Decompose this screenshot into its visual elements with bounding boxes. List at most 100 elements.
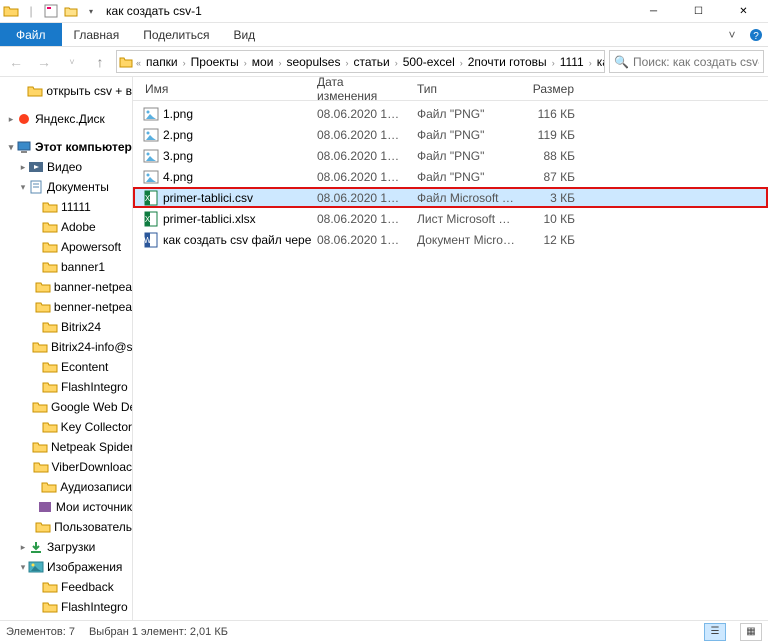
close-button[interactable]: ✕: [721, 0, 766, 23]
tree-item[interactable]: ▾Документы: [0, 177, 132, 197]
tree-item[interactable]: Feedback: [0, 577, 132, 597]
expand-icon[interactable]: ▾: [18, 182, 28, 193]
file-row[interactable]: 3.png08.06.2020 18:02Файл "PNG"88 КБ: [133, 145, 768, 166]
folder-icon: [42, 419, 58, 435]
breadcrumb-segment[interactable]: как создать csv-1: [593, 55, 605, 69]
breadcrumb-segment[interactable]: 1111: [556, 55, 588, 69]
folder-icon: [42, 219, 58, 235]
column-type[interactable]: Тип: [411, 82, 521, 96]
tree-item[interactable]: 11111: [0, 197, 132, 217]
tree-item[interactable]: banner1: [0, 257, 132, 277]
svg-text:X: X: [145, 215, 151, 224]
expand-icon[interactable]: ▸: [18, 162, 28, 173]
tab-view[interactable]: Вид: [221, 23, 267, 46]
properties-icon[interactable]: [42, 2, 60, 20]
tree-item[interactable]: FlashIntegro: [0, 597, 132, 617]
file-date: 08.06.2020 18:04: [311, 170, 411, 184]
breadcrumb-segment[interactable]: мои: [248, 55, 278, 69]
tree-item[interactable]: Мои источник: [0, 497, 132, 517]
breadcrumb-segment[interactable]: seopulses: [282, 55, 344, 69]
file-list[interactable]: 1.png08.06.2020 17:55Файл "PNG"116 КБ2.p…: [133, 101, 768, 620]
pictures-icon: [28, 559, 44, 575]
tree-item-label: Bitrix24-info@s: [51, 340, 132, 354]
tree-item-label: Яндекс.Диск: [35, 112, 105, 126]
tree-item[interactable]: Econtent: [0, 357, 132, 377]
window-title: как создать csv-1: [106, 4, 202, 18]
tree-item-label: Econtent: [61, 360, 108, 374]
tree-item[interactable]: ▸Загрузки: [0, 537, 132, 557]
tree-item[interactable]: benner-netpea: [0, 297, 132, 317]
tree-item[interactable]: ▾Этот компьютер: [0, 137, 132, 157]
tree-item[interactable]: Аудиозаписи: [0, 477, 132, 497]
file-name: 3.png: [163, 149, 193, 163]
file-row[interactable]: 4.png08.06.2020 18:04Файл "PNG"87 КБ: [133, 166, 768, 187]
search-box[interactable]: 🔍: [609, 50, 764, 73]
tree-item[interactable]: ViberDownloac: [0, 457, 132, 477]
column-date[interactable]: Дата изменения: [311, 77, 411, 103]
new-folder-icon[interactable]: [62, 2, 80, 20]
file-row[interactable]: 1.png08.06.2020 17:55Файл "PNG"116 КБ: [133, 103, 768, 124]
breadcrumb-segment[interactable]: Проекты: [187, 55, 243, 69]
tree-item[interactable]: ▸Видео: [0, 157, 132, 177]
tab-home[interactable]: Главная: [62, 23, 132, 46]
qat-dropdown-icon[interactable]: ▾: [82, 2, 100, 20]
tree-item[interactable]: Bitrix24: [0, 317, 132, 337]
tree-item[interactable]: banner-netpea: [0, 277, 132, 297]
breadcrumb-segment[interactable]: 2почти готовы: [464, 55, 551, 69]
file-size: 116 КБ: [521, 107, 581, 121]
tree-item[interactable]: Key Collector: [0, 417, 132, 437]
tree-item[interactable]: Netpeak Spider: [0, 437, 132, 457]
tree-item[interactable]: Adobe: [0, 217, 132, 237]
tab-file[interactable]: Файл: [0, 23, 62, 46]
crumb-sep[interactable]: ›: [551, 58, 556, 68]
crumb-sep[interactable]: ›: [182, 58, 187, 68]
column-name[interactable]: Имя: [133, 82, 311, 96]
tree-item-label: Bitrix24: [61, 320, 101, 334]
file-row[interactable]: Wкак создать csv файл через excel.docx08…: [133, 229, 768, 250]
tree-item[interactable]: ▸ Яндекс.Диск: [0, 109, 132, 129]
file-date: 08.06.2020 18:02: [311, 149, 411, 163]
file-name: 4.png: [163, 170, 193, 184]
file-row[interactable]: Xprimer-tablici.csv08.06.2020 18:04Файл …: [133, 187, 768, 208]
crumb-sep[interactable]: ›: [394, 58, 399, 68]
nav-forward-button[interactable]: →: [32, 50, 56, 74]
view-large-icons-button[interactable]: ▦: [740, 623, 762, 641]
expand-icon[interactable]: ▸: [6, 114, 16, 125]
help-icon[interactable]: ?: [744, 23, 768, 46]
file-date: 08.06.2020 17:55: [311, 233, 411, 247]
nav-recent-dropdown[interactable]: ˅: [60, 50, 84, 74]
tree-item-label: Изображения: [47, 560, 122, 574]
tree-item[interactable]: Apowersoft: [0, 237, 132, 257]
crumb-overflow[interactable]: «: [135, 58, 142, 68]
crumb-sep[interactable]: ›: [459, 58, 464, 68]
file-row[interactable]: 2.png08.06.2020 17:55Файл "PNG"119 КБ: [133, 124, 768, 145]
tree-item[interactable]: открыть csv + в: [0, 81, 132, 101]
file-row[interactable]: Xprimer-tablici.xlsx08.06.2020 17:58Лист…: [133, 208, 768, 229]
tree-item[interactable]: Пользователь: [0, 517, 132, 537]
expand-icon[interactable]: ▾: [6, 142, 16, 153]
search-input[interactable]: [633, 55, 759, 69]
ribbon-expand-icon[interactable]: ˅: [720, 23, 744, 46]
column-size[interactable]: Размер: [521, 82, 581, 96]
folder-icon: [27, 83, 43, 99]
tree-item[interactable]: FlashIntegro: [0, 377, 132, 397]
nav-back-button[interactable]: ←: [4, 50, 28, 74]
tree-item[interactable]: Google Web De: [0, 397, 132, 417]
crumb-sep[interactable]: ›: [588, 58, 593, 68]
address-bar[interactable]: «папки›Проекты›мои›seopulses›статьи›500-…: [116, 50, 605, 73]
tree-item[interactable]: ▾ Изображения: [0, 557, 132, 577]
tree-item[interactable]: Bitrix24-info@s: [0, 337, 132, 357]
nav-up-button[interactable]: ↑: [88, 50, 112, 74]
breadcrumb-segment[interactable]: папки: [142, 55, 182, 69]
expand-icon[interactable]: ▾: [18, 562, 28, 573]
view-details-button[interactable]: ☰: [704, 623, 726, 641]
breadcrumb-segment[interactable]: 500-excel: [399, 55, 459, 69]
file-date: 08.06.2020 18:04: [311, 191, 411, 205]
expand-icon[interactable]: ▸: [18, 542, 28, 553]
maximize-button[interactable]: ☐: [676, 0, 721, 23]
breadcrumb-segment[interactable]: статьи: [349, 55, 393, 69]
minimize-button[interactable]: ─: [631, 0, 676, 23]
folder-icon: [42, 359, 58, 375]
navigation-pane[interactable]: открыть csv + в ▸ Яндекс.Диск ▾Этот компьют…: [0, 77, 133, 620]
tab-share[interactable]: Поделиться: [131, 23, 221, 46]
